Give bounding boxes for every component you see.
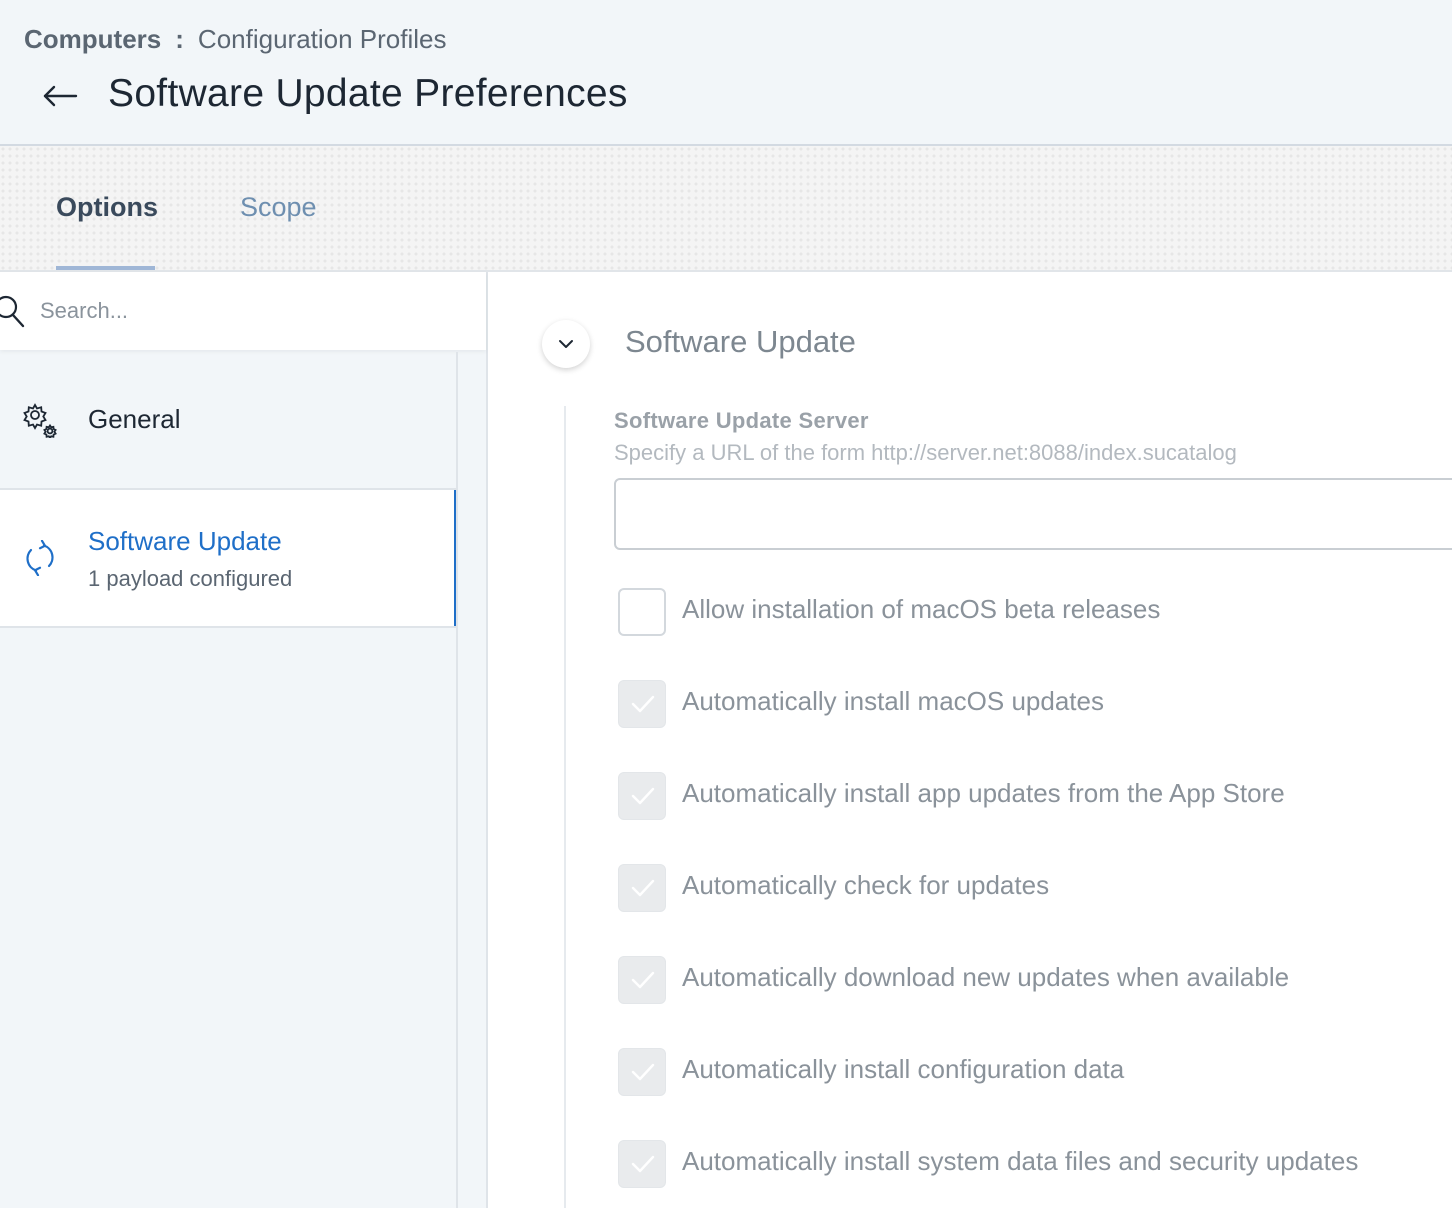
checkbox[interactable] xyxy=(618,772,666,820)
tab-scope[interactable]: Scope xyxy=(240,192,317,270)
checkbox-label: Automatically install macOS updates xyxy=(682,686,1104,716)
section-divider xyxy=(564,406,566,1208)
checkbox-label: Automatically install configuration data xyxy=(682,1054,1125,1084)
page-header: Computers : Configuration Profiles Softw… xyxy=(0,0,1452,146)
checkbox-label: Automatically install system data files … xyxy=(682,1146,1359,1176)
checkbox[interactable] xyxy=(618,680,666,728)
sidebar: General Software Update 1 payload config… xyxy=(0,272,488,1208)
sidebar-item-software-update[interactable]: Software Update 1 payload configured xyxy=(0,488,458,628)
sidebar-item-general[interactable]: General xyxy=(0,352,456,488)
breadcrumb-configuration-profiles[interactable]: Configuration Profiles xyxy=(198,24,447,55)
server-field-label: Software Update Server xyxy=(614,408,869,433)
search-icon xyxy=(0,295,25,328)
sidebar-item-label: General xyxy=(88,404,181,434)
search-bar xyxy=(0,272,486,350)
tabs-bar: Options Scope xyxy=(0,146,1452,272)
checkmark-icon xyxy=(631,1063,655,1081)
checkbox[interactable] xyxy=(618,1048,666,1096)
checkbox[interactable] xyxy=(618,864,666,912)
checkbox[interactable] xyxy=(618,1140,666,1188)
checkbox[interactable] xyxy=(618,588,666,636)
breadcrumb-computers[interactable]: Computers xyxy=(24,24,161,55)
checkbox[interactable] xyxy=(618,956,666,1004)
checkbox-label: Automatically install app updates from t… xyxy=(682,778,1285,808)
checkmark-icon xyxy=(631,879,655,897)
back-button[interactable] xyxy=(36,72,84,120)
sidebar-item-label: Software Update xyxy=(88,526,282,556)
checkbox-label: Automatically download new updates when … xyxy=(682,962,1290,992)
breadcrumb: Computers : Configuration Profiles xyxy=(24,24,447,55)
checkmark-icon xyxy=(631,787,655,805)
tab-options[interactable]: Options xyxy=(56,192,158,270)
collapse-section-button[interactable] xyxy=(542,320,590,368)
sync-icon xyxy=(26,540,54,576)
checkmark-icon xyxy=(631,1155,655,1173)
active-tab-indicator xyxy=(56,266,155,270)
sidebar-scrollbar[interactable] xyxy=(456,352,458,1208)
arrow-left-icon xyxy=(43,85,78,107)
checkbox-label: Allow installation of macOS beta release… xyxy=(682,594,1161,624)
chevron-down-icon xyxy=(559,340,573,348)
checkbox-label: Automatically check for updates xyxy=(682,870,1050,900)
checkmark-icon xyxy=(631,971,655,989)
page-title: Software Update Preferences xyxy=(108,72,628,115)
search-input[interactable] xyxy=(40,292,460,330)
software-update-server-input[interactable] xyxy=(614,478,1452,550)
payload-count: 1 payload configured xyxy=(88,566,293,591)
breadcrumb-separator: : xyxy=(175,24,184,54)
payload-panel: Software Update Software Update Server S… xyxy=(488,272,1452,1208)
section-title: Software Update xyxy=(625,324,856,359)
gears-icon xyxy=(23,403,57,438)
server-field-help: Specify a URL of the form http://server.… xyxy=(614,440,1237,465)
checkmark-icon xyxy=(631,695,655,713)
